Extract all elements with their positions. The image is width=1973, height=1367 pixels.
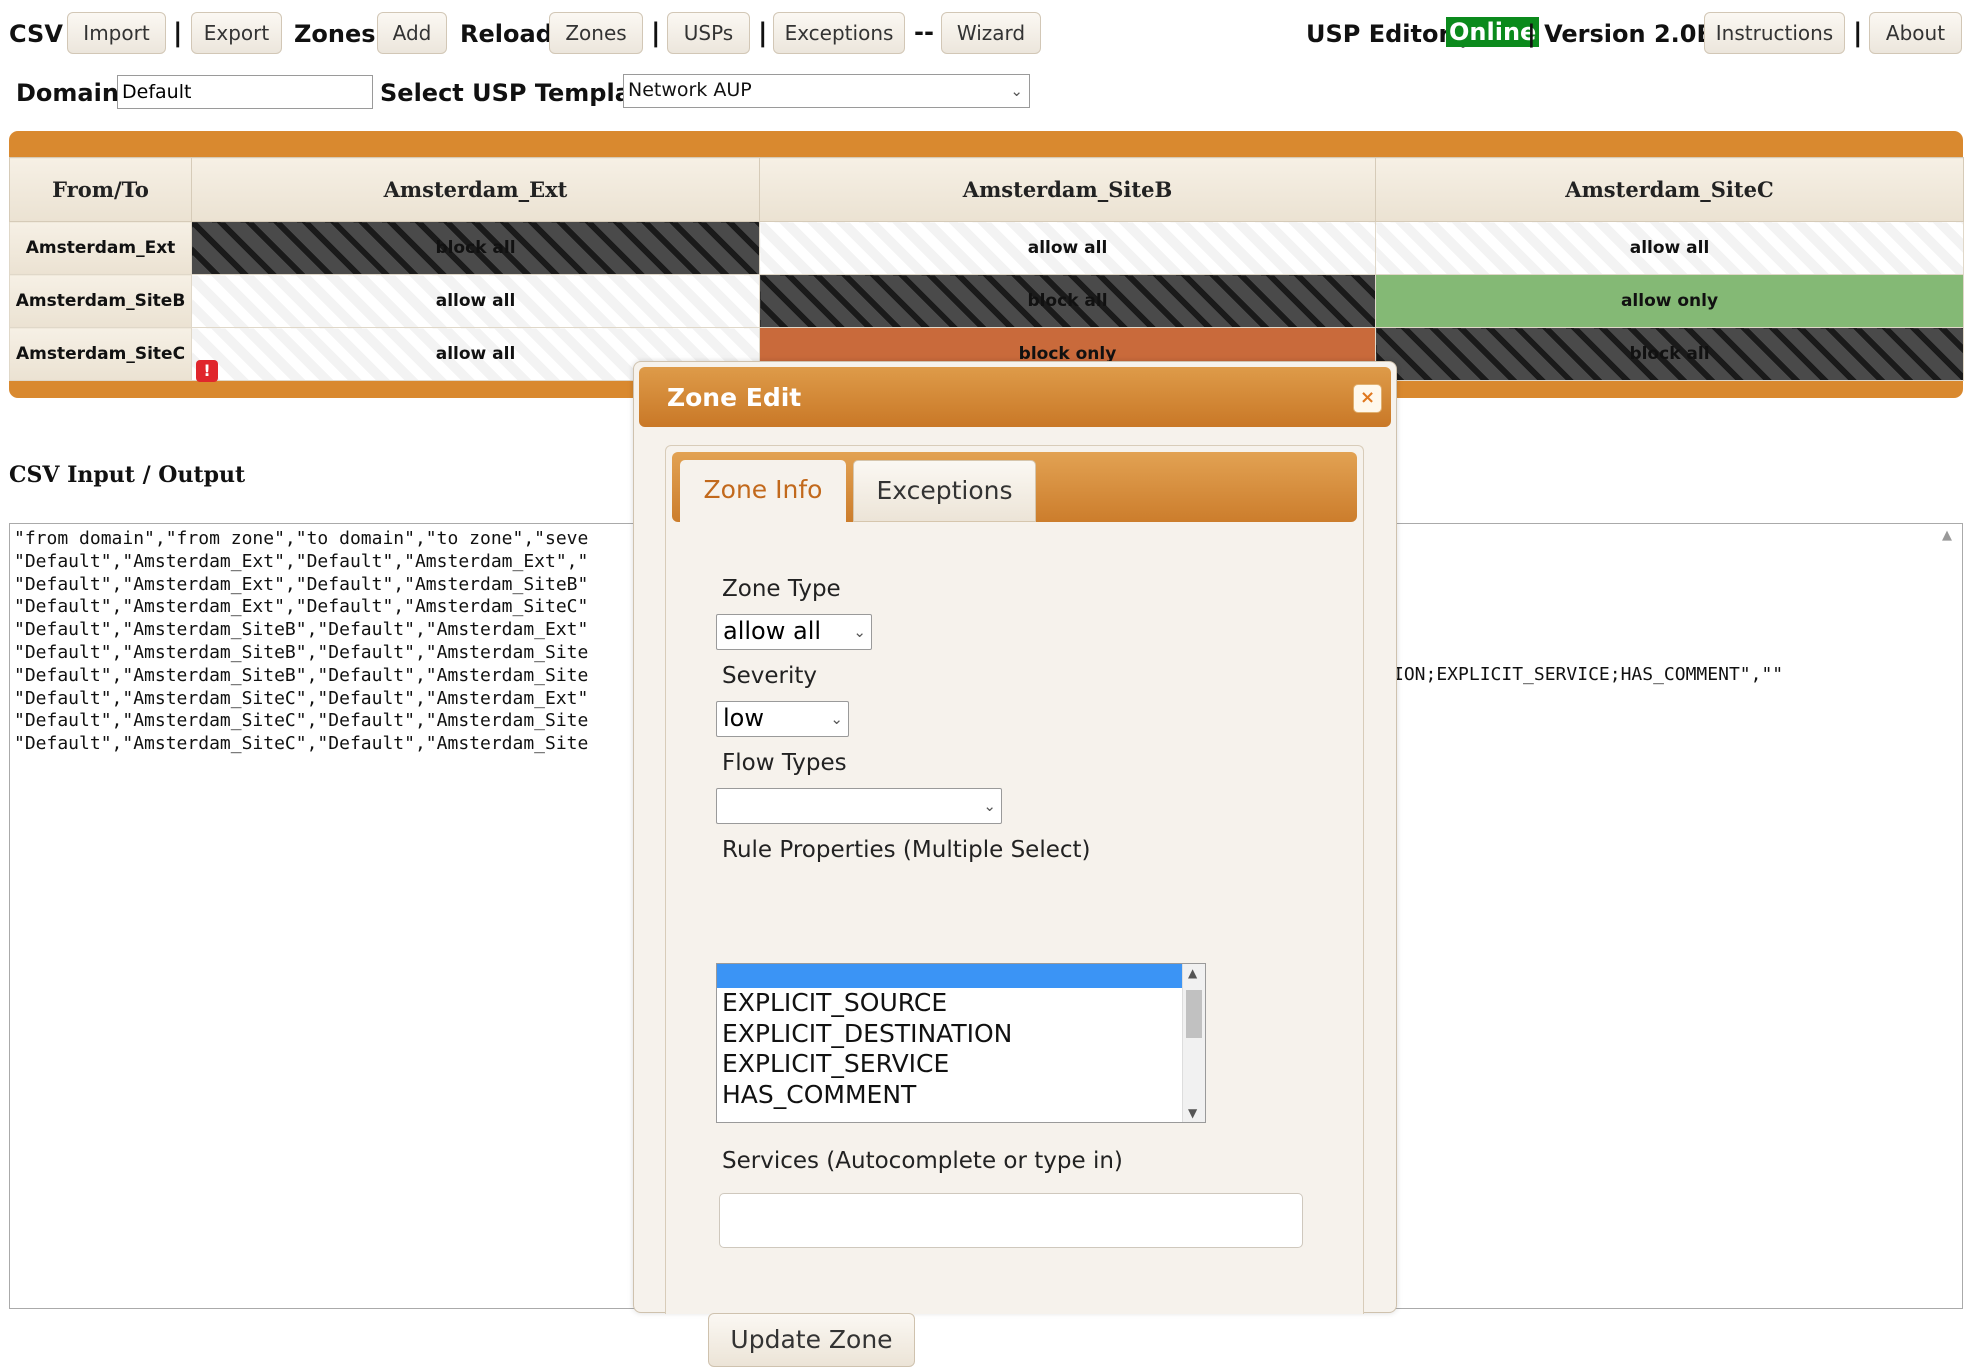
row-header: Amsterdam_Ext <box>9 221 192 275</box>
add-button[interactable]: Add <box>377 12 447 54</box>
matrix-cell[interactable]: allow all <box>759 221 1376 275</box>
dialog-tab-panel: Zone Info Exceptions Zone Type allow all… <box>665 445 1364 1367</box>
zone-edit-dialog: Zone Edit × Zone Info Exceptions Zone Ty… <box>633 361 1397 1367</box>
csv-section-title: CSV Input / Output <box>9 462 246 488</box>
chevron-down-icon: ⌄ <box>983 797 996 815</box>
zone-type-label: Zone Type <box>722 576 841 602</box>
separator: | <box>173 18 183 48</box>
chevron-up-icon[interactable]: ▲ <box>1188 966 1197 980</box>
online-status-badge: Online <box>1446 17 1540 47</box>
update-zone-button[interactable]: Update Zone <box>708 1313 915 1367</box>
warning-icon: ! <box>196 360 218 382</box>
close-icon[interactable]: × <box>1353 384 1382 413</box>
tab-zone-info[interactable]: Zone Info <box>680 460 846 522</box>
zone-type-value: allow all <box>723 617 822 645</box>
app-name: USP Editor | <box>1306 20 1468 48</box>
matrix-cell[interactable]: allow only <box>1375 274 1964 328</box>
severity-label: Severity <box>722 663 817 689</box>
flow-types-label: Flow Types <box>722 750 847 776</box>
list-option[interactable]: HAS_COMMENT <box>717 1080 1205 1111</box>
chevron-down-icon: ⌄ <box>853 623 866 641</box>
list-option[interactable] <box>717 964 1205 988</box>
matrix-cell[interactable]: allow all <box>1375 221 1964 275</box>
chevron-down-icon: ⌄ <box>1010 82 1023 100</box>
tab-exceptions[interactable]: Exceptions <box>853 460 1036 522</box>
tab-strip: Zone Info Exceptions <box>672 452 1357 522</box>
zone-matrix: From/To Amsterdam_Ext Amsterdam_SiteB Am… <box>9 157 1964 382</box>
wizard-button[interactable]: Wizard <box>941 12 1041 54</box>
template-label: Select USP Template <box>380 79 659 107</box>
domain-input[interactable] <box>117 75 373 109</box>
scrollbar-thumb[interactable] <box>1186 990 1202 1038</box>
csv-label: CSV <box>9 20 63 48</box>
matrix-cell[interactable]: block all <box>191 221 760 275</box>
chevron-down-icon[interactable]: ▼ <box>1188 1106 1197 1120</box>
separator: | <box>758 18 768 48</box>
separator: | <box>1853 18 1863 48</box>
services-label: Services (Autocomplete or type in) <box>722 1148 1123 1174</box>
list-option[interactable]: EXPLICIT_SERVICE <box>717 1049 1205 1080</box>
csv-line-fragment: ION;EXPLICIT_SERVICE;HAS_COMMENT","" <box>1393 664 1784 685</box>
export-button[interactable]: Export <box>191 12 282 54</box>
dash-separator: -- <box>914 18 934 46</box>
usps-button[interactable]: USPs <box>667 12 750 54</box>
zones-button[interactable]: Zones <box>549 12 643 54</box>
scroll-up-icon[interactable]: ▲ <box>1942 528 1952 543</box>
column-header: Amsterdam_Ext <box>191 157 760 222</box>
list-option[interactable]: EXPLICIT_SOURCE <box>717 988 1205 1019</box>
list-option[interactable]: EXPLICIT_DESTINATION <box>717 1019 1205 1050</box>
column-header: Amsterdam_SiteB <box>759 157 1376 222</box>
column-header: Amsterdam_SiteC <box>1375 157 1964 222</box>
matrix-row: Amsterdam_Ext block all allow all allow … <box>9 221 1964 275</box>
domain-label: Domain <box>16 79 119 107</box>
chevron-down-icon: ⌄ <box>830 710 843 728</box>
row-header: Amsterdam_SiteC <box>9 327 192 381</box>
services-input[interactable] <box>719 1193 1303 1248</box>
dialog-title: Zone Edit <box>667 383 802 412</box>
separator: | <box>651 18 661 48</box>
matrix-cell[interactable]: block all <box>759 274 1376 328</box>
version-label: | Version 2.0B | <box>1527 20 1732 48</box>
usp-template-value: Network AUP <box>628 79 752 101</box>
severity-value: low <box>723 704 764 732</box>
matrix-cell[interactable]: allow all <box>191 274 760 328</box>
usp-template-select[interactable]: Network AUP ⌄ <box>623 74 1030 108</box>
instructions-button[interactable]: Instructions <box>1704 12 1845 54</box>
zones-label: Zones <box>294 20 376 48</box>
rule-properties-listbox[interactable]: EXPLICIT_SOURCE EXPLICIT_DESTINATION EXP… <box>716 963 1206 1123</box>
rule-properties-label: Rule Properties (Multiple Select) <box>722 837 1091 863</box>
listbox-scrollbar[interactable]: ▲ ▼ <box>1182 964 1205 1122</box>
zone-type-select[interactable]: allow all ⌄ <box>716 614 872 650</box>
exceptions-button[interactable]: Exceptions <box>773 12 905 54</box>
reload-label[interactable]: Reload <box>460 20 553 48</box>
matrix-row: Amsterdam_SiteB allow all block all allo… <box>9 274 1964 328</box>
matrix-cell[interactable]: block all <box>1375 327 1964 381</box>
matrix-cell-label: allow all <box>435 344 516 364</box>
about-button[interactable]: About <box>1869 12 1962 54</box>
import-button[interactable]: Import <box>67 12 166 54</box>
severity-select[interactable]: low ⌄ <box>716 701 849 737</box>
row-header: Amsterdam_SiteB <box>9 274 192 328</box>
matrix-corner-header: From/To <box>9 157 192 222</box>
flow-types-select[interactable]: ⌄ <box>716 788 1002 824</box>
dialog-titlebar[interactable]: Zone Edit × <box>639 367 1391 427</box>
